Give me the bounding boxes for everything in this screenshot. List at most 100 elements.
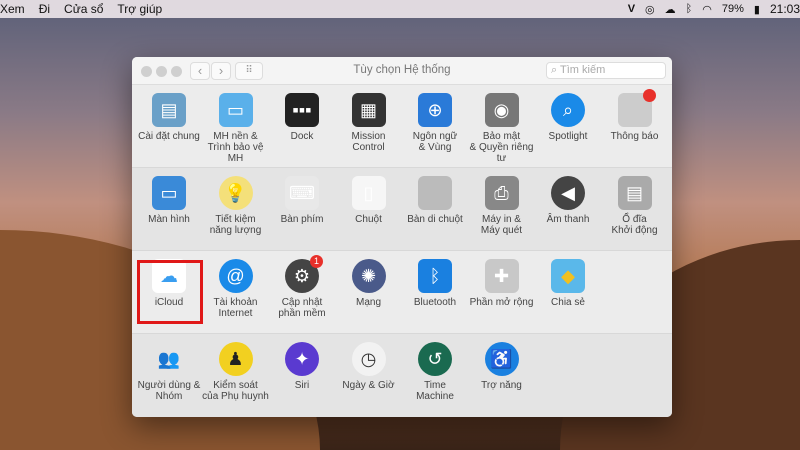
icloud-highlight-box: [137, 260, 203, 324]
pref-desktop[interactable]: ▭ MH nền & Trình bảo vệ MH: [201, 93, 271, 164]
pref-label: Chia sẻ: [551, 297, 585, 308]
cloud-status-icon[interactable]: ☁: [665, 3, 676, 16]
pref-displays[interactable]: ▭ Màn hình: [134, 176, 204, 225]
title-bar: ‹ › ⠿ Tùy chọn Hệ thống ⌕ Tìm kiếm: [132, 57, 672, 85]
menu-di[interactable]: Đi: [39, 2, 50, 16]
pref-users-groups[interactable]: 👥 Người dùng & Nhóm: [134, 342, 204, 403]
menu-bar: Xem Đi Cửa sổ Trợ giúp V ◎ ☁ ᛒ ◠ 79% ▮ 2…: [0, 0, 800, 18]
pref-label: Kiểm soát của Phụ huynh: [202, 380, 269, 402]
display-icon: ▭: [152, 176, 186, 210]
pref-label: Time Machine: [416, 380, 454, 402]
pref-startup-disk[interactable]: ▤ Ổ đĩa Khởi động: [600, 176, 670, 236]
section-internet: ☁ iCloud @ Tài khoản Internet ⚙ 1 Cập nhật phầ…: [132, 251, 672, 334]
pref-label: MH nền & Trình bảo vệ MH: [207, 131, 264, 164]
pref-label: Mạng: [355, 297, 381, 308]
mouse-icon: ▯: [351, 176, 386, 210]
pref-mouse[interactable]: ▯ Chuột: [334, 176, 404, 225]
pref-label: Màn hình: [148, 214, 190, 225]
pref-label: Ổ đĩa Khởi động: [611, 214, 658, 236]
pref-label: Tài khoản Internet: [213, 297, 258, 319]
vpn-v-icon[interactable]: V: [628, 3, 635, 15]
pref-bluetooth[interactable]: ᛒ Bluetooth: [400, 259, 470, 308]
pref-trackpad[interactable]: Bàn di chuột: [400, 176, 470, 225]
hard-drive-icon: ▤: [617, 176, 652, 210]
pref-sound[interactable]: ◀ Âm thanh: [533, 176, 603, 225]
users-icon: 👥: [157, 348, 181, 369]
section-personal: ▤ Cài đặt chung ▭ MH nền & Trình bảo vệ MH ▪…: [132, 85, 672, 168]
pref-label: Tiết kiệm năng lượng: [209, 214, 262, 236]
lightbulb-icon: 💡: [218, 176, 253, 210]
section-hardware: ▭ Màn hình 💡 Tiết kiệm năng lượng ⌨ Bàn phím ▯…: [132, 168, 672, 251]
puzzle-icon: ✚: [484, 259, 519, 293]
pref-security[interactable]: ◉ Bảo mật & Quyền riêng tư: [467, 93, 537, 164]
pref-label: Người dùng & Nhóm: [137, 380, 201, 402]
section-system: 👥 Người dùng & Nhóm ♟ Kiểm soát của Phụ huy…: [132, 334, 672, 417]
search-input[interactable]: ⌕ Tìm kiếm: [546, 62, 666, 79]
pref-label: Máy in & Máy quét: [480, 214, 523, 236]
clock-time[interactable]: 21:03: [770, 2, 800, 16]
pref-label: Ngôn ngữ & Vùng: [412, 131, 458, 153]
parental-controls-icon: ♟: [218, 342, 253, 376]
bluetooth-status-icon[interactable]: ᛒ: [686, 3, 693, 15]
pref-sharing[interactable]: ◆ Chia sẻ: [533, 259, 603, 308]
pref-notifications[interactable]: Thông báo: [600, 89, 670, 142]
keyboard-icon: ⌨: [285, 176, 319, 210]
pref-label: Dock: [290, 131, 314, 142]
pref-spotlight[interactable]: ⌕ Spotlight: [533, 93, 603, 142]
pref-extensions[interactable]: ✚ Phần mở rộng: [467, 259, 537, 308]
pref-general[interactable]: ▤ Cài đặt chung: [134, 93, 204, 142]
pref-label: Ngày & Giờ: [342, 380, 395, 391]
accessibility-icon: ♿: [484, 342, 519, 376]
search-placeholder: Tìm kiếm: [560, 64, 606, 76]
pref-accessibility[interactable]: ♿ Trợ năng: [467, 342, 537, 391]
pref-label: Bàn phím: [280, 214, 324, 225]
pref-label: Cài đặt chung: [138, 131, 200, 142]
spotlight-icon: ⌕: [551, 93, 585, 127]
sharing-folder-icon: ◆: [551, 259, 585, 293]
general-icon: ▤: [152, 93, 186, 127]
battery-icon[interactable]: ▮: [754, 3, 760, 16]
pref-printers[interactable]: ⎙ Máy in & Máy quét: [467, 176, 537, 236]
at-sign-icon: @: [218, 259, 253, 293]
desktop-screensaver-icon: ▭: [218, 93, 253, 127]
pref-network[interactable]: ✺ Mạng: [334, 259, 404, 308]
pref-keyboard[interactable]: ⌨ Bàn phím: [267, 176, 337, 225]
pref-time-machine[interactable]: ↺ Time Machine: [400, 342, 470, 402]
siri-icon: ✦: [285, 342, 319, 376]
pref-label: Bàn di chuột: [407, 214, 463, 225]
wifi-icon[interactable]: ◠: [702, 3, 712, 16]
trackpad-icon: [418, 176, 452, 210]
pref-label: Bluetooth: [413, 297, 457, 308]
house-security-icon: ◉: [484, 93, 519, 127]
pref-language[interactable]: ⊕ Ngôn ngữ & Vùng: [400, 93, 470, 153]
pref-internet-accounts[interactable]: @ Tài khoản Internet: [201, 259, 271, 319]
pref-siri[interactable]: ✦ Siri: [267, 342, 337, 391]
pref-dock[interactable]: ▪▪▪ Dock: [267, 93, 337, 142]
pref-energy[interactable]: 💡 Tiết kiệm năng lượng: [201, 176, 271, 236]
pref-mission-control[interactable]: ▦ Mission Control: [334, 93, 404, 153]
mission-control-icon: ▦: [351, 93, 386, 127]
pref-label: Chuột: [355, 214, 382, 225]
pref-label: Bảo mật & Quyền riêng tư: [469, 131, 534, 164]
pref-label: Thông báo: [610, 131, 659, 142]
pref-label: Spotlight: [548, 131, 588, 142]
dock-icon: ▪▪▪: [285, 93, 319, 127]
speaker-icon: ◀: [551, 176, 585, 210]
creative-cloud-icon[interactable]: ◎: [645, 3, 655, 16]
update-badge: 1: [310, 255, 323, 268]
clock-icon: ◷: [351, 342, 386, 376]
pref-parental-controls[interactable]: ♟ Kiểm soát của Phụ huynh: [201, 342, 271, 402]
menu-tro-giup[interactable]: Trợ giúp: [117, 2, 162, 16]
printer-icon: ⎙: [484, 176, 519, 210]
battery-percent[interactable]: 79%: [722, 3, 744, 15]
bluetooth-icon: ᛒ: [418, 259, 452, 293]
menu-xem[interactable]: Xem: [0, 2, 25, 16]
pref-label: Siri: [294, 380, 310, 391]
system-preferences-window: ‹ › ⠿ Tùy chọn Hệ thống ⌕ Tìm kiếm ▤ Cài …: [132, 57, 672, 417]
menu-cua-so[interactable]: Cửa sổ: [64, 2, 103, 16]
pref-label: Trợ năng: [481, 380, 522, 391]
pref-software-update[interactable]: ⚙ 1 Cập nhật phần mềm: [267, 255, 337, 319]
notification-dot-icon: [642, 89, 656, 102]
notifications-icon: [617, 89, 656, 127]
pref-date-time[interactable]: ◷ Ngày & Giờ: [334, 342, 404, 391]
